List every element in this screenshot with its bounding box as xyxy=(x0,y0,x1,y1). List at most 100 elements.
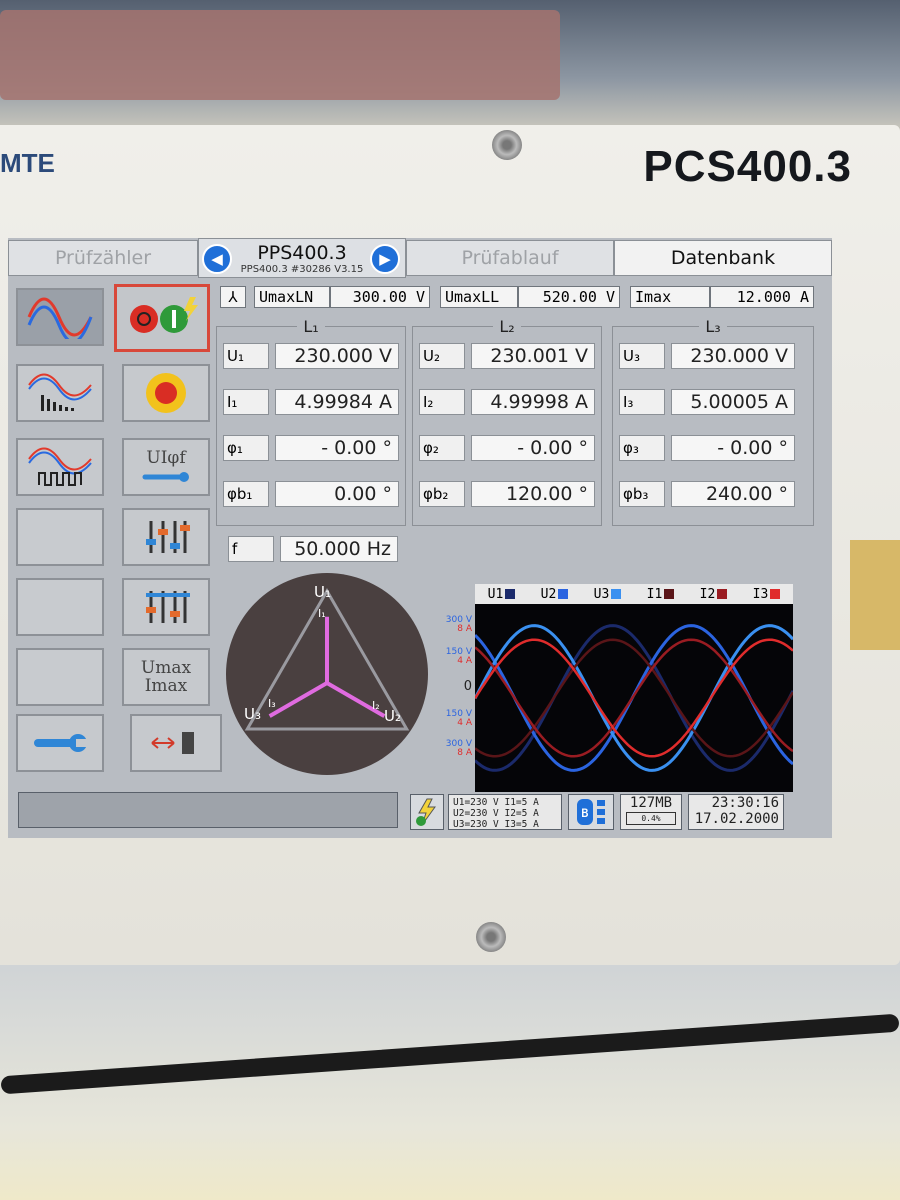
phase-title-text: L₃ xyxy=(699,317,727,336)
voltage-value[interactable]: 230.000 V xyxy=(671,343,795,369)
axis-label-i: 4 A xyxy=(457,718,472,728)
current-value[interactable]: 4.99998 A xyxy=(471,389,595,415)
memory-bar: 0.4% xyxy=(626,812,676,825)
voltage-value[interactable]: 230.000 V xyxy=(275,343,399,369)
pulse-button[interactable] xyxy=(16,438,104,496)
wrench-icon xyxy=(34,734,88,752)
signal-icon xyxy=(597,800,605,824)
phase-title-text: L₂ xyxy=(493,317,521,336)
harmonics-button[interactable] xyxy=(16,364,104,422)
waveform-i3 xyxy=(473,638,794,758)
voltage-value[interactable]: 230.001 V xyxy=(471,343,595,369)
phi-value[interactable]: - 0.00 ° xyxy=(275,435,399,461)
axis-label-bottom: 300 V8 A xyxy=(444,740,472,758)
screen: Prüfzähler PPS400.3 PPS400.3 #30286 V3.1… xyxy=(8,238,832,838)
legend-swatch xyxy=(611,589,622,599)
clock-date: 17.02.2000 xyxy=(694,811,779,827)
empty-button-1[interactable] xyxy=(16,508,104,566)
legend-swatch xyxy=(664,589,675,599)
phasor-diagram: U₁ I₁ U₂ I₂ U₃ I₃ xyxy=(226,573,428,775)
emergency-stop-button[interactable] xyxy=(122,364,210,422)
tab-datenbank[interactable]: Datenbank xyxy=(614,240,832,276)
tab-label: PPS400.3 xyxy=(257,241,347,264)
waveform-button[interactable] xyxy=(16,288,104,346)
phib-row: φb₂ 120.00 ° xyxy=(419,481,595,507)
imax-label: Imax xyxy=(630,286,710,308)
tab-pruefzaehler[interactable]: Prüfzähler xyxy=(8,240,198,276)
ui-phi-f-button[interactable]: UIφf xyxy=(122,438,210,496)
umax-ln-value[interactable]: 300.00 V xyxy=(330,286,430,308)
phi-value[interactable]: - 0.00 ° xyxy=(671,435,795,461)
phase-title: L₂ xyxy=(413,317,601,336)
phib-label: φb₃ xyxy=(619,481,665,507)
source-status-icon[interactable] xyxy=(410,794,444,830)
current-value[interactable]: 4.99984 A xyxy=(275,389,399,415)
axis-label-i: 4 A xyxy=(457,656,472,666)
connector-icon xyxy=(151,732,194,754)
umax-ll-value[interactable]: 520.00 V xyxy=(518,286,620,308)
legend-swatch xyxy=(558,589,569,599)
adjust-sliders-icon xyxy=(146,591,190,623)
lightning-icon xyxy=(416,798,436,826)
current-value[interactable]: 5.00005 A xyxy=(671,389,795,415)
device-brand: MTE xyxy=(0,148,55,178)
memory-indicator: 127MB 0.4% xyxy=(620,794,682,830)
tab-pruefablauf[interactable]: Prüfablauf xyxy=(406,240,614,276)
tab-subtitle: PPS400.3 #30286 V3.15 xyxy=(240,263,364,275)
memory-size: 127MB xyxy=(629,795,673,811)
message-area xyxy=(18,792,398,828)
umax-imax-label-wrap: Umax Imax xyxy=(141,659,191,695)
voltage-label: U₁ xyxy=(223,343,269,369)
empty-button-2[interactable] xyxy=(16,578,104,636)
bluetooth-button[interactable]: ʙ xyxy=(568,794,614,830)
phi-row: φ₃ - 0.00 ° xyxy=(619,435,795,461)
axis-label-i: 8 A xyxy=(457,624,472,634)
current-row: I₁ 4.99984 A xyxy=(223,389,399,415)
emergency-stop-icon xyxy=(146,373,186,413)
legend-i2: I2 xyxy=(699,586,716,602)
phib-value[interactable]: 240.00 ° xyxy=(671,481,795,507)
star-connection-icon[interactable]: ⅄ xyxy=(220,286,246,308)
background-strap xyxy=(0,10,560,100)
phase-title: L₃ xyxy=(613,317,813,336)
umax-imax-button[interactable]: Umax Imax xyxy=(122,648,210,706)
phi-label: φ₂ xyxy=(419,435,465,461)
umax-label: Umax xyxy=(140,658,192,678)
umax-ll-label: UmaxLL xyxy=(440,286,518,308)
legend-item: I2 xyxy=(700,587,728,602)
legend-u3: U3 xyxy=(593,586,610,602)
axis-label-zero: 0 xyxy=(463,679,472,694)
phib-label: φb₁ xyxy=(223,481,269,507)
phib-value[interactable]: 120.00 ° xyxy=(471,481,595,507)
imax-label: Imax xyxy=(144,676,188,696)
imax-value[interactable]: 12.000 A xyxy=(710,286,814,308)
phi-value[interactable]: - 0.00 ° xyxy=(471,435,595,461)
adjust-button[interactable] xyxy=(122,578,210,636)
screw-bottom xyxy=(476,922,506,952)
legend-u1: U1 xyxy=(487,586,504,602)
clock-time: 23:30:16 xyxy=(711,795,779,811)
prev-arrow-icon[interactable]: ◀ xyxy=(202,244,232,274)
voltage-row: U₃ 230.000 V xyxy=(619,343,795,369)
phi-label: φ₃ xyxy=(619,435,665,461)
start-stop-button[interactable] xyxy=(114,284,210,352)
frequency-row: f 50.000 Hz xyxy=(228,536,398,562)
phi-row: φ₂ - 0.00 ° xyxy=(419,435,595,461)
phib-row: φb₁ 0.00 ° xyxy=(223,481,399,507)
settings-button[interactable] xyxy=(16,714,104,772)
empty-button-3[interactable] xyxy=(16,648,104,706)
current-row: I₃ 5.00005 A xyxy=(619,389,795,415)
phib-value[interactable]: 0.00 ° xyxy=(275,481,399,507)
next-arrow-icon[interactable]: ▶ xyxy=(370,244,400,274)
legend-u2: U2 xyxy=(540,586,557,602)
frequency-value[interactable]: 50.000 Hz xyxy=(280,536,398,562)
waveform-i1 xyxy=(474,638,795,758)
mixer-button[interactable] xyxy=(122,508,210,566)
waveform-i2 xyxy=(474,638,794,758)
phi-row: φ₁ - 0.00 ° xyxy=(223,435,399,461)
screw-top xyxy=(492,130,522,160)
connector-button[interactable] xyxy=(130,714,222,772)
axis-label-top: 300 V8 A xyxy=(444,616,472,634)
sliders-icon xyxy=(146,521,190,553)
legend-i3: I3 xyxy=(752,586,769,602)
